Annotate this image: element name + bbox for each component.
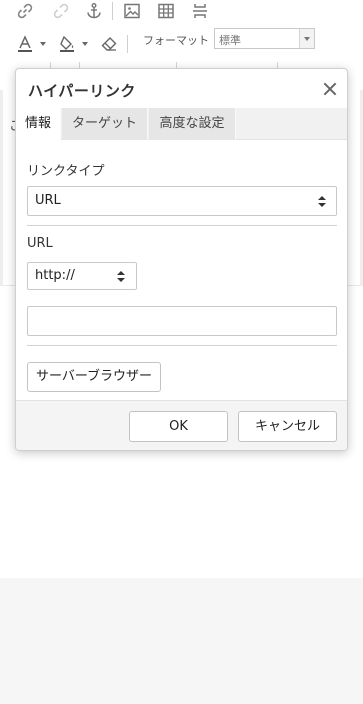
page-footer-area [0,578,363,704]
format-select[interactable]: 標準 [214,28,315,49]
url-label: URL [27,236,53,251]
anchor-icon[interactable] [83,0,105,22]
background-color-icon[interactable] [56,33,78,55]
tab-info[interactable]: 情報 [16,108,61,141]
remove-format-icon[interactable] [98,33,120,55]
url-input[interactable] [27,306,337,336]
divider [27,345,337,346]
close-icon[interactable] [321,80,339,98]
chevron-down-icon [299,29,314,48]
link-type-value: URL [35,193,61,208]
format-label: フォーマット [143,34,209,47]
dialog-footer: OK キャンセル [16,400,347,450]
dialog-title: ハイパーリンク [28,82,136,100]
protocol-value: http:// [35,268,75,283]
unlink-icon [50,0,72,22]
text-color-dropdown-arrow[interactable] [40,42,46,46]
image-icon[interactable] [121,0,143,22]
editor-left-border [0,90,3,286]
dialog-tabs: 情報 ターゲット 高度な設定 [16,108,347,141]
cancel-button[interactable]: キャンセル [238,411,337,442]
toolbar-separator [112,2,113,20]
tab-advanced[interactable]: 高度な設定 [149,108,236,140]
link-icon[interactable] [14,0,36,22]
page-break-icon[interactable] [189,0,211,22]
server-browser-button[interactable]: サーバーブラウザー [27,362,161,392]
table-icon[interactable] [155,0,177,22]
link-type-select[interactable]: URL [27,186,337,216]
link-type-label: リンクタイプ [27,164,105,179]
toolbar-separator [127,35,128,53]
ok-button[interactable]: OK [129,411,228,442]
format-select-value: 標準 [219,34,241,47]
tab-target[interactable]: ターゲット [62,108,148,140]
divider [27,225,337,226]
select-arrows-icon [318,196,326,207]
background-color-dropdown-arrow[interactable] [82,42,88,46]
hyperlink-dialog: ハイパーリンク 情報 ターゲット 高度な設定 リンクタイプ URL URL ht… [15,68,348,451]
protocol-select[interactable]: http:// [27,262,137,290]
text-color-icon[interactable] [14,33,36,55]
select-arrows-icon [117,271,125,282]
